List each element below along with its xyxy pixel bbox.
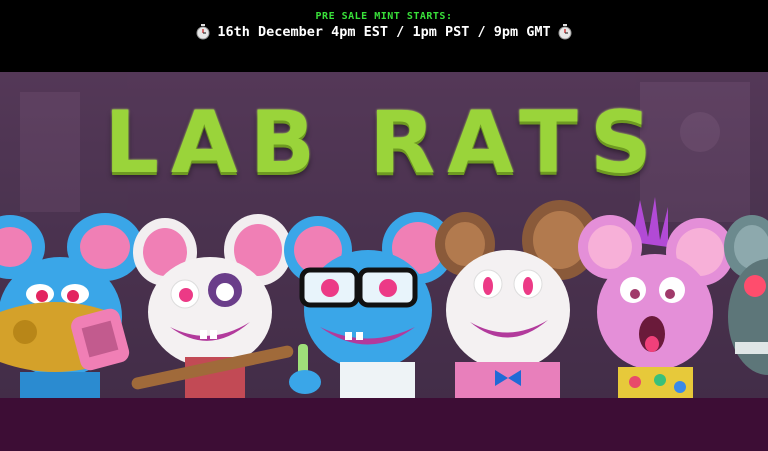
hero-banner: LAB RATS xyxy=(0,72,768,398)
footer-band xyxy=(0,398,768,451)
mint-schedule: 16th December 4pm EST / 1pm PST / 9pm GM… xyxy=(0,24,768,40)
presale-label: PRE SALE MINT STARTS: xyxy=(315,11,453,22)
lab-rats-title: LAB RATS xyxy=(104,93,664,193)
stopwatch-icon xyxy=(558,24,572,40)
top-announcement-bar: PRE SALE MINT STARTS: 16th December 4pm … xyxy=(0,0,768,72)
stopwatch-icon xyxy=(196,24,210,40)
mint-schedule-text: 16th December 4pm EST / 1pm PST / 9pm GM… xyxy=(217,24,551,40)
